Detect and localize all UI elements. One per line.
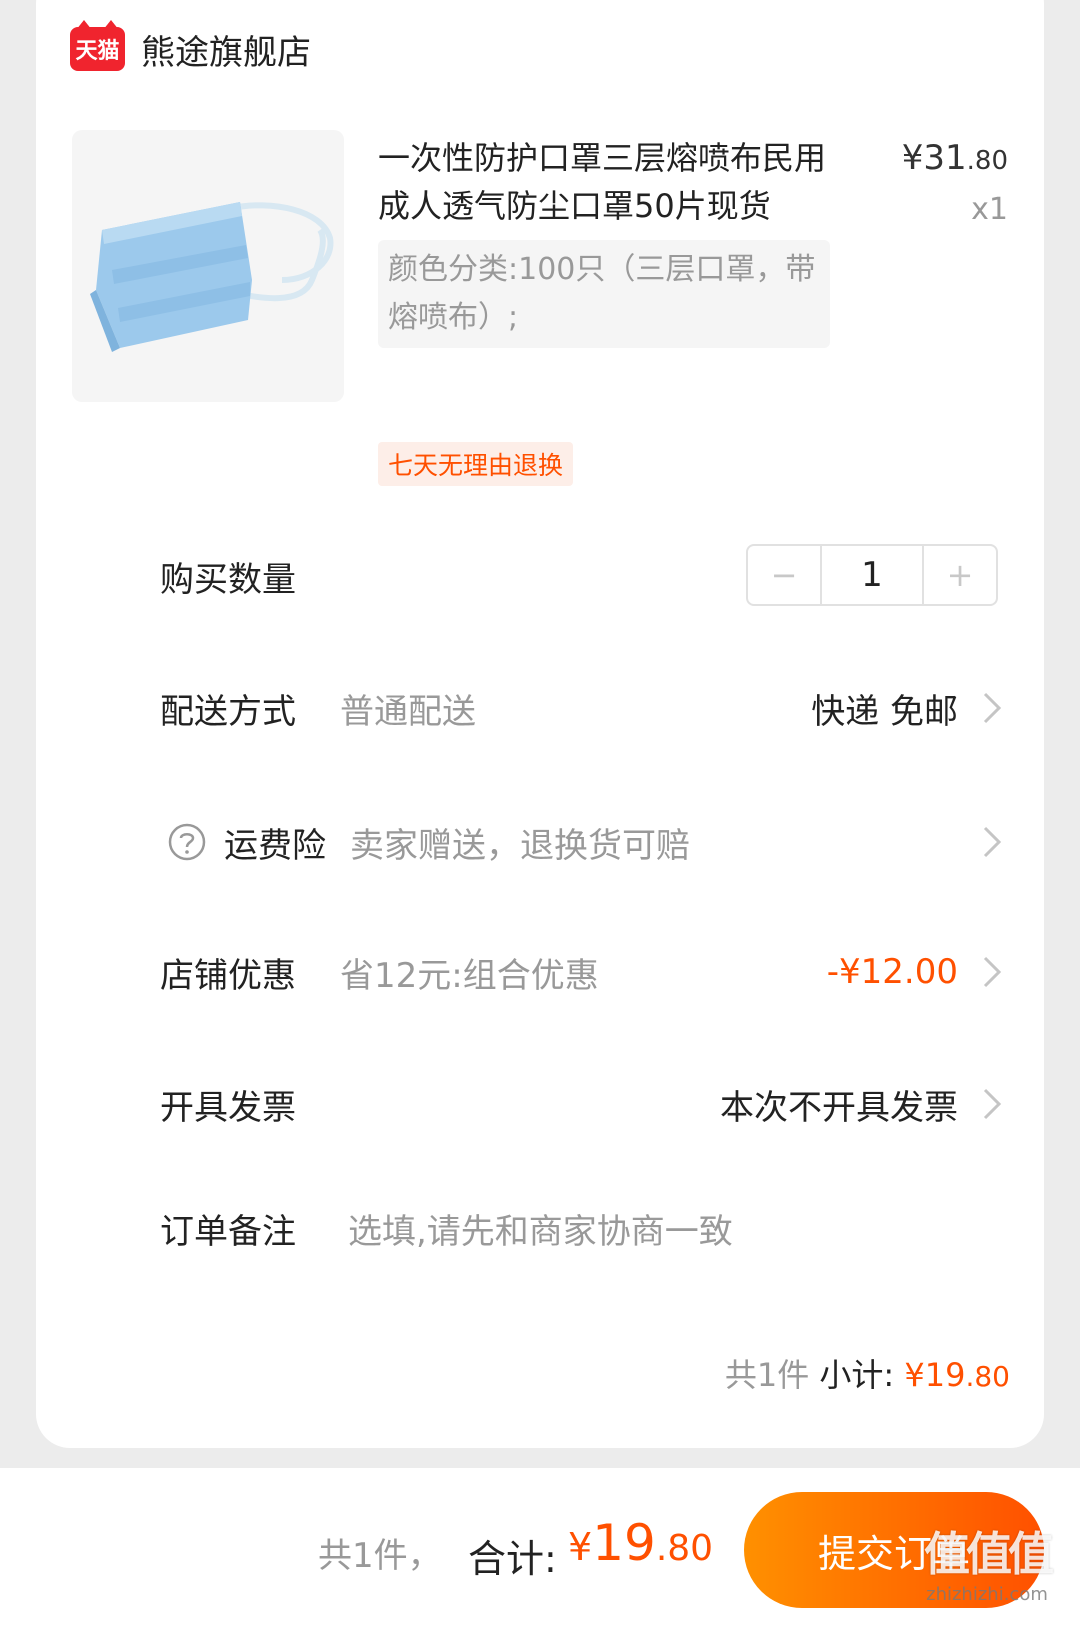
chevron-right-icon[interactable]: [972, 1084, 1012, 1124]
delivery-value: 普通配送: [340, 691, 476, 732]
watermark-main: 值值值: [924, 1527, 1054, 1581]
tmall-logo-text: 天猫: [75, 39, 120, 64]
order-remark-input[interactable]: 选填,请先和商家协商一致: [340, 1204, 1012, 1253]
quantity-value[interactable]: 1: [820, 546, 924, 604]
subtotal-label: 小计:: [819, 1356, 895, 1394]
face-mask-icon: [90, 202, 334, 352]
checkout-bar: 共1件， 合计: ¥19.80 提交订单 值值值 zhizhizhi.com: [0, 1468, 1080, 1629]
total-count: 共1件，: [318, 1536, 442, 1576]
delivery-label: 配送方式: [160, 691, 296, 732]
quantity-badge: x1: [971, 192, 1008, 227]
help-circle-icon[interactable]: [168, 823, 206, 861]
watermark-logo: 值值值 zhizhizhi.com: [924, 1518, 1054, 1605]
total-amount-decimal: .80: [655, 1528, 714, 1569]
product-title[interactable]: 一次性防护口罩三层熔喷布民用成人透气防尘口罩50片现货: [378, 134, 856, 230]
watermark-sub: zhizhizhi.com: [926, 1584, 1048, 1605]
chevron-right-icon[interactable]: [972, 952, 1012, 992]
product-price: ¥31.80: [902, 138, 1008, 178]
total-currency: ¥: [568, 1525, 593, 1569]
total-amount: ¥19.80: [568, 1514, 713, 1572]
subtotal: 共1件 小计: ¥19.80: [725, 1350, 1010, 1396]
return-policy-tag: 七天无理由退换: [378, 442, 574, 486]
shop-name[interactable]: 熊途旗舰店: [141, 25, 311, 74]
total-amount-main: 19: [592, 1514, 656, 1572]
invoice-value: 本次不开具发票: [720, 1087, 958, 1128]
quantity-stepper[interactable]: − 1 +: [746, 544, 998, 606]
decrease-button[interactable]: −: [748, 546, 820, 604]
face-mask-image[interactable]: [72, 130, 344, 402]
delivery-fee: 快递 免邮: [811, 691, 958, 732]
shipping-insurance-label: 运费险: [224, 825, 326, 866]
order-remark-label: 订单备注: [160, 1211, 296, 1252]
quantity-label: 购买数量: [160, 559, 296, 600]
chevron-right-icon[interactable]: [972, 822, 1012, 862]
tmall-logo-icon: 天猫: [70, 20, 125, 71]
subtotal-amount: ¥19.80: [904, 1356, 1010, 1394]
store-discount-value: 省12元:组合优惠: [340, 955, 599, 996]
subtotal-amount-main: ¥19: [904, 1356, 966, 1394]
order-remark-row: 订单备注 选填,请先和商家协商一致: [160, 1198, 1012, 1258]
store-discount-label: 店铺优惠: [160, 955, 296, 996]
delivery-row[interactable]: 配送方式 普通配送 快递 免邮: [160, 678, 1012, 738]
subtotal-amount-decimal: .80: [965, 1360, 1010, 1393]
price-decimal: .80: [966, 146, 1008, 176]
invoice-label: 开具发票: [160, 1087, 296, 1128]
shop-header[interactable]: 天猫 熊途旗舰店: [70, 20, 311, 74]
shipping-insurance-value: 卖家赠送，退换货可赔: [350, 825, 690, 866]
store-discount-row[interactable]: 店铺优惠 省12元:组合优惠 -¥12.00: [160, 942, 1012, 1002]
invoice-row[interactable]: 开具发票 本次不开具发票: [160, 1074, 1012, 1134]
shipping-insurance-row[interactable]: 运费险 卖家赠送，退换货可赔: [160, 812, 1012, 872]
store-discount-amount: -¥12.00: [826, 952, 958, 992]
subtotal-count: 共1件: [724, 1356, 810, 1394]
chevron-right-icon[interactable]: [972, 688, 1012, 728]
sku-info[interactable]: 颜色分类:100只（三层口罩，带熔喷布）;: [378, 240, 830, 348]
total-label: 合计:: [468, 1537, 557, 1581]
price-main: ¥31: [901, 138, 967, 178]
increase-button[interactable]: +: [924, 546, 996, 604]
